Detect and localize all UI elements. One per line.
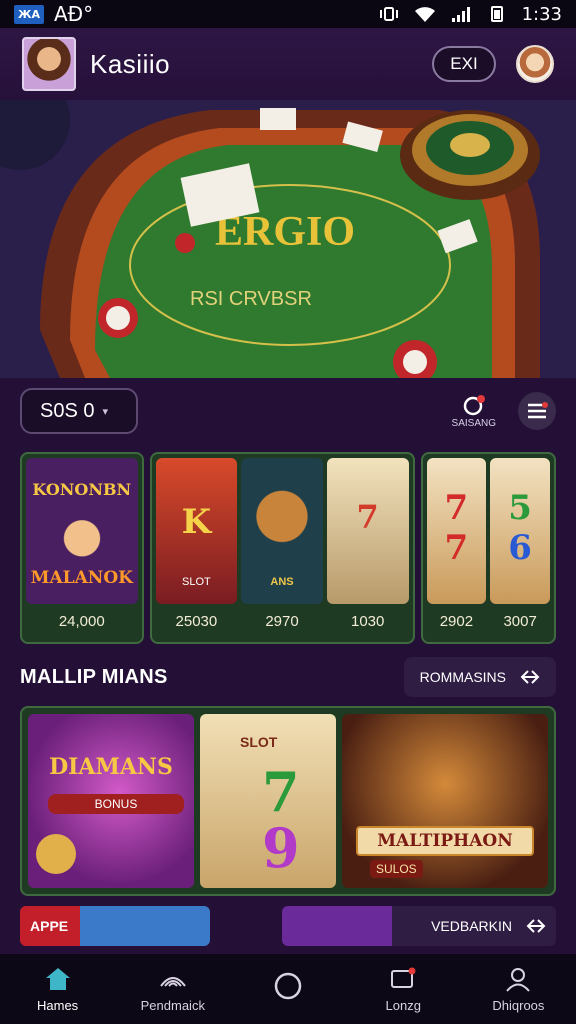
exit-button[interactable]: EXI <box>432 46 496 82</box>
game-thumbnail: ANS <box>241 458 323 604</box>
nav-item-home[interactable]: Hames <box>0 954 115 1024</box>
balance-selector[interactable]: S0S 0 ▾ <box>20 388 138 434</box>
slot-symbol: 79 <box>262 760 300 880</box>
game-thumbnail: 77 <box>426 458 487 604</box>
featured-title: SLOT <box>240 734 278 750</box>
nav-item-center[interactable] <box>230 954 345 1024</box>
slot-symbol: 56 <box>508 488 532 568</box>
wifi-icon <box>414 7 435 22</box>
bottom-nav: Hames Pendmaick Lonzg Dhiqroos <box>0 954 576 1024</box>
game-value: 25030 <box>175 612 218 630</box>
nav-label: Lonzg <box>385 997 421 1013</box>
promo-chip[interactable]: VEDBARKIN <box>282 906 556 946</box>
game-title: KONONBN <box>32 480 132 499</box>
game-group: 77 2902 56 3007 <box>420 452 557 644</box>
promo-row: APPE VEDBARKIN <box>20 906 556 946</box>
game-value: 2902 <box>439 612 474 630</box>
casino-table-illustration: ERGIO RSI CRVBSR <box>0 100 576 378</box>
refresh-icon <box>463 394 485 415</box>
circle-icon <box>274 972 302 1000</box>
game-card[interactable]: 77 2902 <box>426 458 487 638</box>
balance-value: S0S 0 <box>40 399 95 422</box>
game-thumbnail: K SLOT <box>155 458 238 604</box>
nav-item-dhiqroos[interactable]: Dhiqroos <box>461 954 576 1024</box>
nav-label: Dhiqroos <box>492 997 545 1013</box>
wave-icon <box>159 976 186 987</box>
featured-subtitle: SULOS <box>370 860 423 878</box>
game-subtitle: ANS <box>270 576 294 588</box>
promo-label: APPE <box>30 918 69 934</box>
coin-icon <box>36 834 76 874</box>
status-time: 1:33 <box>521 3 562 25</box>
game-value: 1030 <box>351 612 385 630</box>
game-thumbnail: 7 <box>326 458 409 604</box>
game-value: 3007 <box>503 612 537 630</box>
message-icon <box>391 967 416 988</box>
avatar[interactable] <box>22 37 76 91</box>
see-more-label: ROMMASINS <box>419 669 506 685</box>
signal-icon <box>451 7 470 22</box>
battery-icon <box>490 6 503 22</box>
status-badge: ЖА <box>14 4 44 24</box>
collapse-arrows-icon <box>520 670 540 684</box>
status-left-text: AÐ° <box>53 2 94 26</box>
app-title: Kasiiio <box>90 48 171 79</box>
slot-symbol: 7 <box>356 498 379 536</box>
game-thumbnail: 56 <box>490 458 551 604</box>
game-subtitle: MALANOK <box>30 568 133 588</box>
nav-label: Hames <box>37 997 79 1013</box>
user-icon <box>506 967 531 992</box>
game-card[interactable]: 7 1030 <box>326 458 409 638</box>
toolbar-row: S0S 0 ▾ SAISANG <box>0 380 576 442</box>
hero-banner[interactable]: ERGIO RSI CRVBSR <box>0 100 576 378</box>
saving-label: SAISANG <box>451 417 496 429</box>
nav-item-lonzg[interactable]: Lonzg <box>346 954 461 1024</box>
featured-subtitle: BONUS <box>48 794 184 814</box>
featured-game[interactable]: DIAMANS BONUS <box>28 714 194 888</box>
list-icon <box>528 402 548 419</box>
roulette-wheel <box>400 110 540 200</box>
section-header: MALLIP MIANS ROMMASINS <box>20 654 556 700</box>
game-card[interactable]: 56 3007 <box>490 458 551 638</box>
section-title: MALLIP MIANS <box>20 665 168 688</box>
collapse-arrows-icon <box>526 919 546 933</box>
promo-chip[interactable]: APPE <box>20 906 210 946</box>
featured-game[interactable]: SLOT 79 <box>200 714 336 888</box>
slot-symbol: K <box>181 502 212 542</box>
game-value: 2970 <box>265 612 299 630</box>
app-header: Kasiiio EXI <box>0 28 576 100</box>
game-group: K SLOT 25030 ANS 2970 7 1030 <box>149 452 415 644</box>
profile-button[interactable] <box>516 45 554 83</box>
saving-button[interactable]: SAISANG <box>452 394 496 429</box>
games-row: KONONBN MALANOK 24,000 K SLOT 25030 ANS … <box>20 452 557 644</box>
home-icon <box>45 967 70 990</box>
status-bar: ЖА AÐ° 1:33 <box>0 0 576 28</box>
see-more-button[interactable]: ROMMASINS <box>403 657 556 697</box>
game-card[interactable]: ANS 2970 <box>241 458 323 638</box>
featured-title: DIAMANS <box>49 754 173 780</box>
slot-symbol: 77 <box>444 488 469 568</box>
table-subtext: RSI CRVBSR <box>190 288 312 310</box>
nav-label: Pendmaick <box>140 997 205 1013</box>
game-card[interactable]: K SLOT 25030 <box>155 458 238 638</box>
menu-button[interactable] <box>518 392 556 430</box>
featured-row: DIAMANS BONUS SLOT 79 MALTIPHAON SULOS <box>20 706 556 896</box>
game-card[interactable]: KONONBN MALANOK 24,000 <box>20 452 144 644</box>
chevron-down-icon: ▾ <box>102 405 109 418</box>
featured-title: MALTIPHAON <box>356 826 534 856</box>
game-thumbnail: KONONBN MALANOK <box>26 458 138 604</box>
nav-item-pendmaick[interactable]: Pendmaick <box>115 954 230 1024</box>
vibrate-icon <box>379 7 398 21</box>
game-value: 24,000 <box>58 612 105 630</box>
game-subtitle: SLOT <box>182 576 211 588</box>
featured-game[interactable]: MALTIPHAON SULOS <box>342 714 548 888</box>
promo-label: VEDBARKIN <box>431 918 512 934</box>
